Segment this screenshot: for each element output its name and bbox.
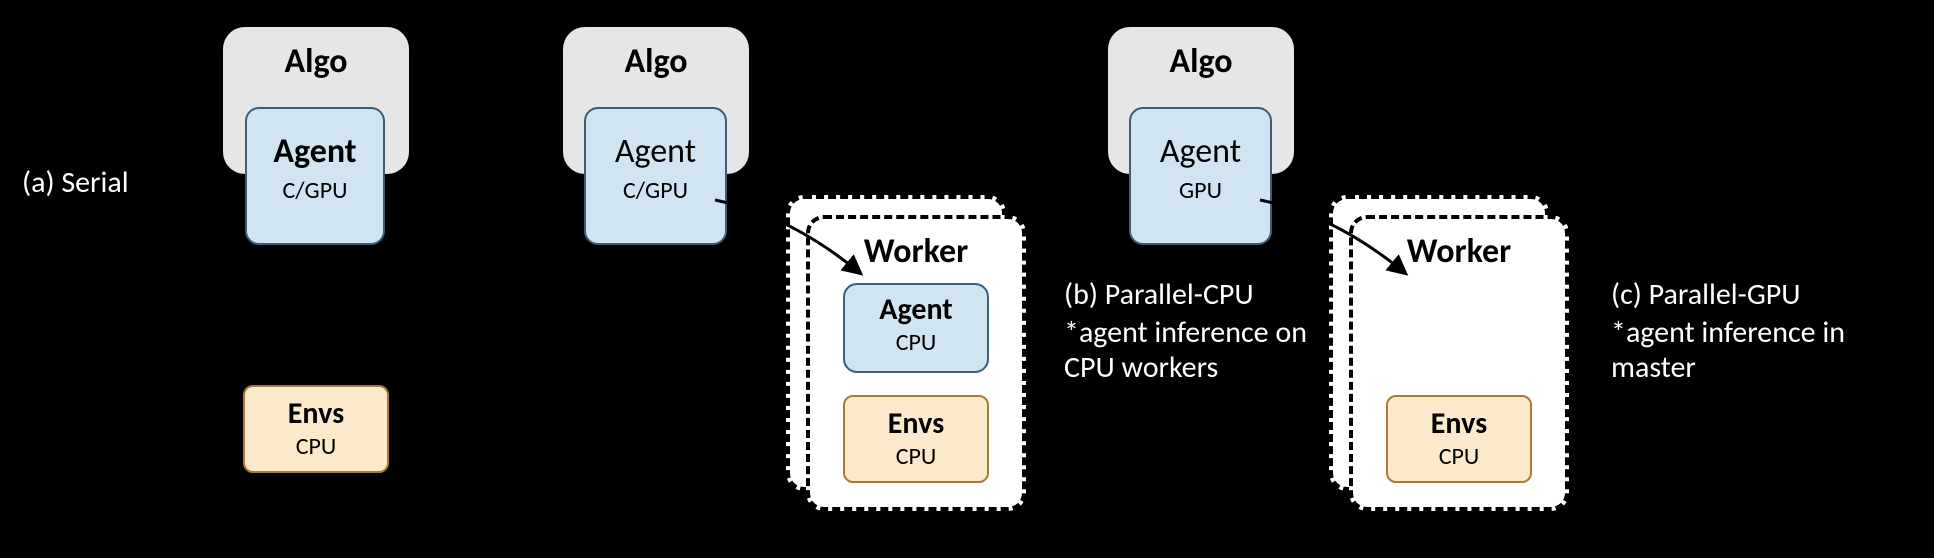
- agent-sub: GPU: [1131, 176, 1270, 205]
- envs-sub: CPU: [1388, 442, 1530, 471]
- envs-box-b: Envs CPU: [843, 395, 989, 483]
- envs-title: Envs: [845, 405, 987, 442]
- agent-box-b-master: Agent C/GPU: [584, 107, 727, 245]
- algo-label: Algo: [223, 41, 409, 82]
- envs-title: Envs: [245, 395, 387, 432]
- envs-sub: CPU: [845, 442, 987, 471]
- arrow-b: [710, 195, 870, 285]
- agent-box-c-master: Agent GPU: [1129, 107, 1272, 245]
- agent-title: Agent: [247, 131, 383, 172]
- agent-sub: CPU: [845, 328, 987, 357]
- sampler-label: Sampler: [207, 289, 425, 330]
- arrow-c: [1255, 195, 1415, 285]
- caption-c-line1: (c) Parallel-GPU: [1611, 278, 1801, 313]
- envs-box-a: Envs CPU: [243, 385, 389, 473]
- caption-a: (a) Serial: [22, 166, 129, 201]
- sampler-label: Sampler: [585, 323, 701, 364]
- algo-label: Algo: [1108, 41, 1294, 82]
- agent-box-b-worker: Agent CPU: [843, 283, 989, 373]
- caption-b-line2: *agent inference on CPU workers: [1064, 316, 1364, 385]
- caption-b-line1: (b) Parallel-CPU: [1064, 278, 1254, 313]
- agent-sub: C/GPU: [247, 176, 383, 205]
- agent-title: Agent: [845, 291, 987, 328]
- caption-c-line2: *agent inference in master: [1611, 316, 1911, 385]
- envs-title: Envs: [1388, 405, 1530, 442]
- algo-label: Algo: [563, 41, 749, 82]
- envs-box-c: Envs CPU: [1386, 395, 1532, 483]
- envs-sub: CPU: [245, 432, 387, 461]
- agent-box-a: Agent C/GPU: [245, 107, 385, 245]
- agent-sub: C/GPU: [586, 176, 725, 205]
- agent-title: Agent: [1131, 131, 1270, 172]
- agent-title: Agent: [586, 131, 725, 172]
